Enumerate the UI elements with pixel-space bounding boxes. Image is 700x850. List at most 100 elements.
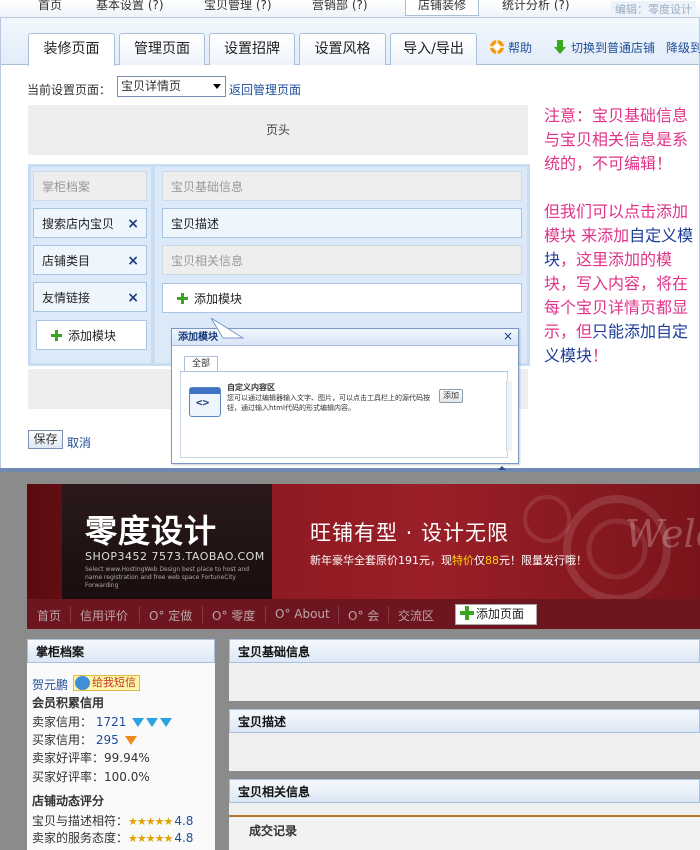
shopnav-about[interactable]: O° About — [275, 607, 330, 621]
shopnav-reviews[interactable]: 信用评价 — [80, 607, 128, 624]
banner-small-text: Select www.HostingWeb Design best place … — [85, 566, 250, 589]
current-page-label: 当前设置页面： — [27, 83, 112, 97]
top-nav: 首页 基本设置 (?) 宝贝管理 (?) 营销部 (?) 店铺装修 统计分析 (… — [0, 0, 700, 18]
module-search-shop[interactable]: 搜索店内宝贝 × — [33, 208, 147, 238]
module-label: 搜索店内宝贝 — [42, 217, 115, 231]
panel-title: 宝贝相关信息 — [229, 779, 700, 803]
dropdown-arrow-icon — [213, 84, 221, 89]
annotation-note: 注意：宝贝基础信息与宝贝相关信息是系统的，不可编辑！ — [544, 106, 689, 173]
code-icon: <> — [189, 387, 221, 417]
shopkeeper-profile-panel: 掌柜档案 贺元鹏 给我短信 会员积累信用 卖家信用： 1721 买家信用： 29… — [27, 639, 215, 850]
item-detail-area: 宝贝基础信息 宝贝描述 宝贝相关信息 成交记录 — [229, 639, 700, 850]
add-module-label: 添加模块 — [194, 292, 243, 306]
module-item-related-info: 宝贝相关信息 — [162, 245, 522, 275]
topnav-item-shop-decoration[interactable]: 店铺装修 — [405, 0, 480, 16]
shopnav-custom[interactable]: O° 定做 — [149, 607, 192, 624]
add-module-dialog: 添加模块 × 全部 <> 自定义内容区 您可以通过编辑器输入文字、图片，可以点击… — [171, 328, 519, 464]
plus-icon — [51, 330, 62, 341]
green-arrow-down-icon — [554, 40, 566, 54]
switch-shop-link[interactable]: 切换到普通店铺 — [552, 39, 655, 56]
tutorial-annotation: 注意：宝贝基础信息与宝贝相关信息是系统的，不可编辑！ 但我们可以点击添加模块 来… — [544, 104, 696, 392]
shop-url: SHOP3452 7573.TAOBAO.COM — [85, 550, 265, 563]
back-to-manage-link[interactable]: 返回管理页面 — [229, 81, 301, 98]
banner-promo: 新年豪华全套原价191元，现特价仅88元！限量发行哦！ — [310, 554, 587, 567]
add-module-button-right[interactable]: 添加模块 — [162, 283, 522, 313]
panel-item-description: 宝贝描述 — [229, 709, 700, 771]
tab-manage-page[interactable]: 管理页面 — [119, 33, 205, 65]
dsr-service-row: 卖家的服务态度：★★★★★ 4.8 — [32, 831, 194, 845]
close-icon[interactable]: × — [127, 283, 139, 313]
diamond-icon — [132, 718, 145, 727]
close-icon[interactable]: × — [127, 246, 139, 276]
module-item-description[interactable]: 宝贝描述 — [162, 208, 522, 238]
annotation-instructions: 但我们可以点击添加模块 来添加自定义模块，这里添加的模块，写入内容，将在每个宝贝… — [544, 202, 694, 365]
shopnav-zero[interactable]: O° 零度 — [212, 607, 255, 624]
panel-title: 宝贝描述 — [229, 709, 700, 733]
add-module-label: 添加模块 — [68, 329, 117, 343]
diamond-icon — [160, 718, 173, 727]
diamond-icon — [124, 736, 137, 745]
panel-item-basic-info: 宝贝基础信息 — [229, 639, 700, 701]
dialog-scrollbar[interactable] — [506, 381, 512, 451]
decoration-admin-panel: 装修页面 管理页面 设置招牌 设置风格 导入/导出 帮助 切换到普通店铺 降级到… — [0, 18, 700, 468]
shop-nav: 首页 信用评价 O° 定做 O° 零度 O° About O° 会 交流区 添加… — [27, 599, 700, 629]
module-label: 宝贝基础信息 — [171, 180, 244, 194]
rating-stars-icon: ★★★★★ — [128, 832, 173, 845]
collapse-arrow-icon[interactable] — [498, 466, 506, 470]
add-page-label: 添加页面 — [476, 607, 525, 621]
cancel-link[interactable]: 取消 — [67, 434, 91, 451]
shop-preview: 零度设计 SHOP3452 7573.TAOBAO.COM Select www… — [0, 472, 700, 850]
page-select[interactable]: 宝贝详情页 — [117, 76, 226, 97]
topnav-item-basic-settings[interactable]: 基本设置 (?) — [96, 0, 164, 13]
shopnav-home[interactable]: 首页 — [37, 607, 61, 624]
add-module-button-left[interactable]: 添加模块 — [36, 320, 147, 350]
seller-good-rate: 卖家好评率：99.94% — [32, 751, 150, 765]
dialog-tab-all[interactable]: 全部 — [184, 356, 219, 372]
shopnav-forum[interactable]: 交流区 — [398, 607, 434, 624]
panel-title: 宝贝基础信息 — [229, 639, 700, 663]
add-page-button[interactable]: 添加页面 — [455, 604, 537, 625]
close-icon[interactable]: × — [127, 209, 139, 239]
downgrade-link[interactable]: 降级到 — [666, 39, 700, 56]
module-option-name: 自定义内容区 — [227, 383, 275, 392]
seller-name-link[interactable]: 贺元鹏 — [32, 676, 68, 693]
tab-import-export[interactable]: 导入/导出 — [390, 33, 477, 65]
page-header-block[interactable]: 页头 — [28, 105, 528, 155]
save-button[interactable]: 保存 — [28, 430, 63, 449]
shopnav-member[interactable]: O° 会 — [348, 607, 379, 624]
diamond-icon — [146, 718, 159, 727]
plus-icon — [177, 293, 188, 304]
help-link[interactable]: 帮助 — [489, 39, 532, 56]
module-friend-links[interactable]: 友情链接 × — [33, 282, 147, 312]
topnav-item-marketing[interactable]: 营销部 (?) — [312, 0, 368, 13]
module-shop-categories[interactable]: 店铺类目 × — [33, 245, 147, 275]
close-icon[interactable]: × — [503, 329, 513, 343]
module-label: 友情链接 — [42, 291, 91, 305]
tab-set-signboard[interactable]: 设置招牌 — [209, 33, 295, 65]
module-label: 掌柜档案 — [42, 180, 91, 194]
topnav-item-home[interactable]: 首页 — [38, 0, 62, 13]
panel-title: 掌柜档案 — [27, 639, 215, 663]
topnav-item-statistics[interactable]: 统计分析 (?) — [502, 0, 570, 13]
dialog-body: <> 自定义内容区 您可以通过编辑器输入文字、图片，可以点击工具栏上的源代码按钮… — [180, 372, 508, 458]
module-label: 宝贝描述 — [171, 217, 220, 231]
tabs-bar: 装修页面 管理页面 设置招牌 设置风格 导入/导出 帮助 切换到普通店铺 降级到 — [1, 18, 700, 66]
send-message-button[interactable]: 给我短信 — [73, 675, 140, 691]
help-label: 帮助 — [508, 41, 533, 55]
plus-icon — [460, 606, 474, 620]
chat-icon — [75, 676, 90, 690]
popup-pointer-icon — [210, 318, 245, 339]
rating-stars-icon: ★★★★★ — [128, 815, 173, 828]
buyer-good-rate: 买家好评率：100.0% — [32, 770, 150, 784]
module-item-basic-info: 宝贝基础信息 — [162, 171, 522, 201]
left-column: 掌柜档案 搜索店内宝贝 × 店铺类目 × 友情链接 × 添加模块 — [31, 167, 151, 363]
deal-record-tab[interactable]: 成交记录 — [229, 815, 700, 850]
switch-shop-label: 切换到普通店铺 — [571, 41, 656, 55]
topnav-item-item-management[interactable]: 宝贝管理 (?) — [204, 0, 272, 13]
tab-decorate-page[interactable]: 装修页面 — [28, 33, 115, 66]
banner-welcome-text: Welc — [625, 512, 700, 556]
module-shopkeeper-profile[interactable]: 掌柜档案 — [33, 171, 147, 201]
shop-banner: 零度设计 SHOP3452 7573.TAOBAO.COM Select www… — [27, 484, 700, 599]
add-custom-module-button[interactable]: 添加 — [439, 389, 463, 403]
tab-set-style[interactable]: 设置风格 — [299, 33, 386, 65]
